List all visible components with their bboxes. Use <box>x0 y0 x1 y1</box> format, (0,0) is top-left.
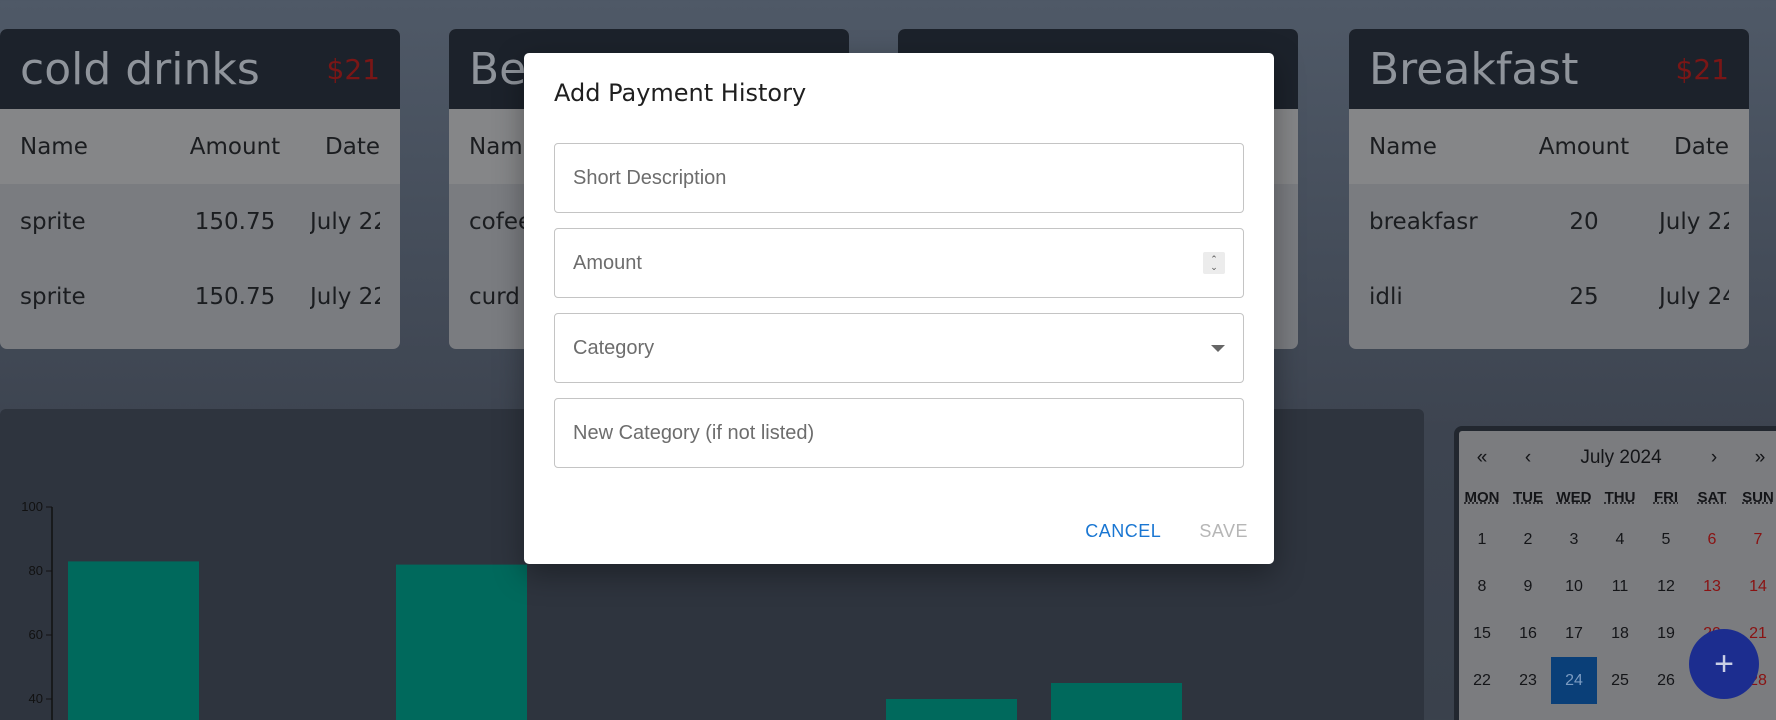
amount-placeholder: Amount <box>573 251 642 274</box>
number-spinner-icon[interactable]: ⌃ ⌄ <box>1203 252 1225 274</box>
short-description-field[interactable]: Short Description <box>554 143 1244 213</box>
new-category-placeholder: New Category (if not listed) <box>573 421 815 444</box>
dialog-title: Add Payment History <box>554 79 807 107</box>
category-select[interactable]: Category <box>554 313 1244 383</box>
category-placeholder: Category <box>573 336 655 359</box>
save-button[interactable]: SAVE <box>1199 521 1248 542</box>
short-description-placeholder: Short Description <box>573 166 727 189</box>
new-category-field[interactable]: New Category (if not listed) <box>554 398 1244 468</box>
amount-field[interactable]: Amount ⌃ ⌄ <box>554 228 1244 298</box>
dialog-actions: CANCEL SAVE <box>1085 521 1248 542</box>
add-payment-dialog: Add Payment History Short Description Am… <box>524 53 1274 564</box>
chevron-down-icon <box>1211 344 1225 352</box>
cancel-button[interactable]: CANCEL <box>1085 521 1161 542</box>
